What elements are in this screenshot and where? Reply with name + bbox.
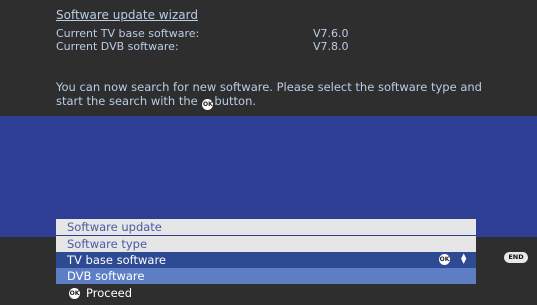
instructions-after: button. <box>214 94 257 108</box>
dvb-software-version: V7.8.0 <box>313 40 349 53</box>
instructions-before: You can now search for new software. Ple… <box>56 80 482 108</box>
end-button[interactable]: END <box>504 252 528 263</box>
option-dvb-software[interactable]: DVB software <box>56 268 476 284</box>
ok-button-icon: OK <box>202 99 214 110</box>
proceed-ok-icon[interactable]: OK <box>69 288 80 299</box>
proceed-label[interactable]: Proceed <box>86 286 132 300</box>
dvb-software-label: Current DVB software: <box>56 40 179 53</box>
tv-base-software-version: V7.6.0 <box>313 27 349 40</box>
tv-base-software-label: Current TV base software: <box>56 27 200 40</box>
menu-item-software-type[interactable]: Software type <box>56 236 476 252</box>
option-tv-base-software-label: TV base software <box>67 253 167 267</box>
up-down-arrows-icon[interactable]: ▲ ▼ <box>461 253 466 265</box>
option-dvb-software-label: DVB software <box>67 269 145 283</box>
ok-button-icon[interactable]: OK <box>439 254 450 265</box>
wizard-info-panel: Software update wizard Current TV base s… <box>0 0 537 116</box>
menu-item-software-update[interactable]: Software update <box>56 219 476 235</box>
tv-menu-screen: Software update wizard Current TV base s… <box>0 0 537 305</box>
instructions-text: You can now search for new software. Ple… <box>56 80 506 110</box>
wizard-title: Software update wizard <box>56 8 198 22</box>
option-tv-base-software[interactable]: TV base software <box>56 252 476 268</box>
